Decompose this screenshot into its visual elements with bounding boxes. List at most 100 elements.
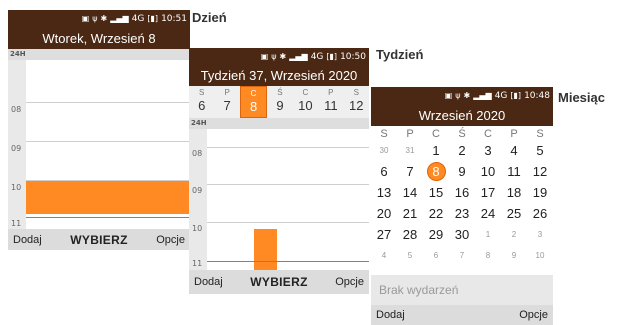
- calendar-day[interactable]: 30: [371, 140, 397, 161]
- calendar-day[interactable]: 22: [423, 203, 449, 224]
- week-day-selected[interactable]: C8: [239, 86, 268, 118]
- calendar-day[interactable]: 30: [449, 224, 475, 245]
- calendar-day[interactable]: 4: [501, 140, 527, 161]
- calendar-day[interactable]: 7: [449, 245, 475, 266]
- week-day[interactable]: Ś9: [267, 86, 292, 118]
- calendar-day[interactable]: 8: [475, 245, 501, 266]
- week-timeline[interactable]: 24H 08 09 10 11: [189, 118, 369, 270]
- calendar-day[interactable]: 3: [527, 224, 553, 245]
- status-bar: ▣ ψ ✱ ▂▄▆ 4G [▮] 10:51: [8, 10, 190, 27]
- calendar-day[interactable]: 10: [527, 245, 553, 266]
- calendar-day-selected[interactable]: 8: [423, 161, 449, 182]
- calendar-day[interactable]: 3: [475, 140, 501, 161]
- calendar-day[interactable]: 10: [475, 161, 501, 182]
- weekday-header: C: [484, 128, 492, 140]
- status-bar: ▣ ψ ✱ ▂▄▆ 4G [▮] 10:48: [371, 87, 553, 105]
- softkey-center[interactable]: WYBIERZ: [250, 275, 307, 289]
- calendar-day[interactable]: 14: [397, 182, 423, 203]
- view-title: Wtorek, Wrzesień 8: [8, 27, 190, 49]
- calendar-day[interactable]: 2: [501, 224, 527, 245]
- weekday-letter: C: [302, 88, 309, 97]
- calendar-day[interactable]: 13: [371, 182, 397, 203]
- signal-icon: ▂▄▆: [473, 91, 492, 100]
- calendar-day[interactable]: 28: [397, 224, 423, 245]
- calendar-day-number: 13: [376, 185, 392, 200]
- calendar-day-number: 2: [511, 230, 517, 239]
- calendar-day-number: 10: [480, 164, 496, 179]
- hour-line: [207, 184, 369, 185]
- calendar-day-number: 3: [537, 230, 543, 239]
- calendar-day[interactable]: 27: [371, 224, 397, 245]
- weekday-number: 11: [324, 98, 338, 113]
- calendar-day[interactable]: 29: [423, 224, 449, 245]
- calendar-day-number: 18: [506, 185, 522, 200]
- softkey-left[interactable]: Dodaj: [13, 234, 42, 246]
- calendar-day-number: 4: [510, 143, 518, 158]
- calendar-day-number: 30: [454, 227, 470, 242]
- softkey-left[interactable]: Dodaj: [194, 276, 223, 288]
- calendar-day[interactable]: 16: [449, 182, 475, 203]
- week-day[interactable]: S 12: [344, 86, 369, 118]
- weekday-letter: S: [199, 88, 205, 97]
- network-type: 4G: [494, 91, 508, 101]
- softkey-right[interactable]: Opcje: [156, 234, 185, 246]
- usb-icon: ψ: [455, 91, 461, 100]
- calendar-day[interactable]: 15: [423, 182, 449, 203]
- calendar-day[interactable]: 7: [397, 161, 423, 182]
- weekday-header: S: [380, 128, 388, 140]
- softkey-right[interactable]: Opcje: [335, 276, 364, 288]
- caption-day: Dzień: [192, 10, 227, 25]
- calendar-day[interactable]: 2: [449, 140, 475, 161]
- calendar-day[interactable]: 9: [449, 161, 475, 182]
- calendar-day[interactable]: 4: [371, 245, 397, 266]
- calendar-day[interactable]: 17: [475, 182, 501, 203]
- calendar-day[interactable]: 31: [397, 140, 423, 161]
- day-timeline[interactable]: 24H 08 09 10 11: [8, 49, 190, 229]
- usb-icon: ψ: [271, 51, 277, 61]
- week-day[interactable]: S6: [189, 86, 214, 118]
- hour-line: [26, 102, 190, 103]
- calendar-day[interactable]: 5: [397, 245, 423, 266]
- softkey-left[interactable]: Dodaj: [376, 309, 405, 321]
- calendar-day[interactable]: 9: [501, 245, 527, 266]
- weekday-header: P: [406, 128, 414, 140]
- softkey-center[interactable]: WYBIERZ: [70, 233, 127, 247]
- calendar-day[interactable]: 1: [475, 224, 501, 245]
- calendar-day[interactable]: 12: [527, 161, 553, 182]
- calendar-day[interactable]: 11: [501, 161, 527, 182]
- calendar-day[interactable]: 21: [397, 203, 423, 224]
- hour-label: 10: [192, 224, 203, 233]
- event-block[interactable]: [26, 181, 190, 214]
- week-day[interactable]: C 10: [293, 86, 318, 118]
- calendar-day[interactable]: 18: [501, 182, 527, 203]
- calendar-day[interactable]: 1: [423, 140, 449, 161]
- weekday-letter: P: [328, 88, 334, 97]
- calendar-day[interactable]: 6: [423, 245, 449, 266]
- week-day[interactable]: P 11: [318, 86, 343, 118]
- clock: 10:51: [161, 13, 187, 24]
- calendar-day[interactable]: 6: [371, 161, 397, 182]
- calendar-day[interactable]: 25: [501, 203, 527, 224]
- weekday-number: 7: [223, 98, 231, 113]
- hour-gutter: [8, 49, 26, 229]
- calendar-day-number: 14: [402, 185, 418, 200]
- view-title: Tydzień 37, Wrzesień 2020: [189, 65, 369, 86]
- month-grid: S P C Ś C P S 30 31 1 2 3 4 5 6 7 8 9 10 11 12 13 14 15 16 17 18 19…: [371, 128, 553, 266]
- event-block[interactable]: [254, 229, 277, 270]
- calendar-day[interactable]: 26: [527, 203, 553, 224]
- calendar-day-number: 21: [402, 206, 418, 221]
- view-title: Wrzesień 2020: [371, 105, 553, 126]
- day-view-screen: ▣ ψ ✱ ▂▄▆ 4G [▮] 10:51 Wtorek, Wrzesień …: [8, 10, 190, 250]
- calendar-day[interactable]: 24: [475, 203, 501, 224]
- hour-label: 10: [11, 183, 22, 192]
- softkey-right[interactable]: Opcje: [519, 309, 548, 321]
- calendar-day[interactable]: 20: [371, 203, 397, 224]
- weekday-letter: P: [224, 88, 230, 97]
- calendar-day-number: 27: [376, 227, 392, 242]
- week-day[interactable]: P7: [214, 86, 239, 118]
- weekday-header: C: [432, 128, 440, 140]
- calendar-day[interactable]: 5: [527, 140, 553, 161]
- calendar-day[interactable]: 19: [527, 182, 553, 203]
- hour-label: 11: [11, 219, 22, 228]
- calendar-day[interactable]: 23: [449, 203, 475, 224]
